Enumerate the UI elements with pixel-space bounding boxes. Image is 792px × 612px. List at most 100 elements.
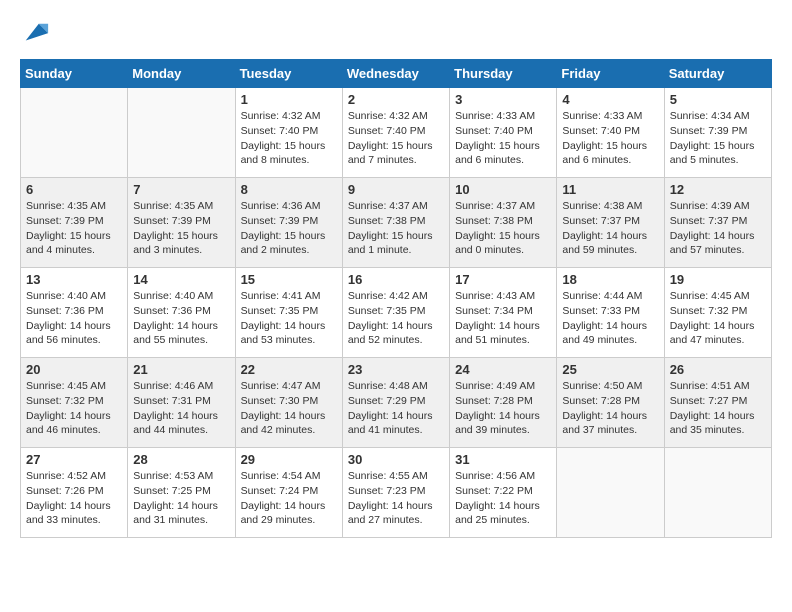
day-info: Sunrise: 4:56 AM Sunset: 7:22 PM Dayligh… [455, 469, 551, 528]
day-info: Sunrise: 4:53 AM Sunset: 7:25 PM Dayligh… [133, 469, 229, 528]
day-header-sunday: Sunday [21, 60, 128, 88]
day-info: Sunrise: 4:52 AM Sunset: 7:26 PM Dayligh… [26, 469, 122, 528]
day-cell [664, 448, 771, 538]
day-number: 20 [26, 362, 122, 377]
day-number: 3 [455, 92, 551, 107]
day-number: 6 [26, 182, 122, 197]
day-cell: 27Sunrise: 4:52 AM Sunset: 7:26 PM Dayli… [21, 448, 128, 538]
day-info: Sunrise: 4:35 AM Sunset: 7:39 PM Dayligh… [26, 199, 122, 258]
day-number: 10 [455, 182, 551, 197]
day-info: Sunrise: 4:40 AM Sunset: 7:36 PM Dayligh… [26, 289, 122, 348]
day-number: 28 [133, 452, 229, 467]
day-header-row: SundayMondayTuesdayWednesdayThursdayFrid… [21, 60, 772, 88]
calendar-header: SundayMondayTuesdayWednesdayThursdayFrid… [21, 60, 772, 88]
day-cell: 23 Sunrise: 4:48 AM Sunset: 7:29 PM Dayli… [342, 358, 449, 448]
day-number: 11 [562, 182, 658, 197]
day-cell: 25Sunrise: 4:50 AM Sunset: 7:28 PM Dayli… [557, 358, 664, 448]
day-number: 26 [670, 362, 766, 377]
day-info: Sunrise: 4:48 AM Sunset: 7:29 PM Dayligh… [348, 379, 444, 438]
day-cell: 5Sunrise: 4:34 AM Sunset: 7:39 PM Daylig… [664, 88, 771, 178]
day-info: Sunrise: 4:43 AM Sunset: 7:34 PM Dayligh… [455, 289, 551, 348]
day-cell: 13 Sunrise: 4:40 AM Sunset: 7:36 PM Dayli… [21, 268, 128, 358]
day-header-thursday: Thursday [450, 60, 557, 88]
day-cell: 7 Sunrise: 4:35 AM Sunset: 7:39 PM Daylig… [128, 178, 235, 268]
week-row-5: 27Sunrise: 4:52 AM Sunset: 7:26 PM Dayli… [21, 448, 772, 538]
day-info: Sunrise: 4:44 AM Sunset: 7:33 PM Dayligh… [562, 289, 658, 348]
day-cell: 8 Sunrise: 4:36 AM Sunset: 7:39 PM Daylig… [235, 178, 342, 268]
day-cell: 17 Sunrise: 4:43 AM Sunset: 7:34 PM Dayli… [450, 268, 557, 358]
day-info: Sunrise: 4:51 AM Sunset: 7:27 PM Dayligh… [670, 379, 766, 438]
day-cell: 20 Sunrise: 4:45 AM Sunset: 7:32 PM Dayli… [21, 358, 128, 448]
day-info: Sunrise: 4:45 AM Sunset: 7:32 PM Dayligh… [26, 379, 122, 438]
day-header-wednesday: Wednesday [342, 60, 449, 88]
day-info: Sunrise: 4:32 AM Sunset: 7:40 PM Dayligh… [241, 109, 337, 168]
day-number: 8 [241, 182, 337, 197]
day-cell: 29 Sunrise: 4:54 AM Sunset: 7:24 PM Dayli… [235, 448, 342, 538]
day-info: Sunrise: 4:38 AM Sunset: 7:37 PM Dayligh… [562, 199, 658, 258]
day-cell: 24 Sunrise: 4:49 AM Sunset: 7:28 PM Dayli… [450, 358, 557, 448]
day-number: 2 [348, 92, 444, 107]
logo [20, 20, 50, 49]
day-cell: 15 Sunrise: 4:41 AM Sunset: 7:35 PM Dayli… [235, 268, 342, 358]
day-info: Sunrise: 4:46 AM Sunset: 7:31 PM Dayligh… [133, 379, 229, 438]
day-cell: 11 Sunrise: 4:38 AM Sunset: 7:37 PM Dayli… [557, 178, 664, 268]
day-cell: 21 Sunrise: 4:46 AM Sunset: 7:31 PM Dayli… [128, 358, 235, 448]
day-cell: 1 Sunrise: 4:32 AM Sunset: 7:40 PM Daylig… [235, 88, 342, 178]
day-number: 7 [133, 182, 229, 197]
day-number: 5 [670, 92, 766, 107]
day-cell: 6 Sunrise: 4:35 AM Sunset: 7:39 PM Daylig… [21, 178, 128, 268]
day-info: Sunrise: 4:41 AM Sunset: 7:35 PM Dayligh… [241, 289, 337, 348]
day-number: 19 [670, 272, 766, 287]
day-header-friday: Friday [557, 60, 664, 88]
day-cell: 22 Sunrise: 4:47 AM Sunset: 7:30 PM Dayli… [235, 358, 342, 448]
day-header-saturday: Saturday [664, 60, 771, 88]
logo-icon [22, 20, 50, 48]
day-info: Sunrise: 4:35 AM Sunset: 7:39 PM Dayligh… [133, 199, 229, 258]
day-cell: 12Sunrise: 4:39 AM Sunset: 7:37 PM Dayli… [664, 178, 771, 268]
day-number: 1 [241, 92, 337, 107]
day-number: 23 [348, 362, 444, 377]
day-number: 31 [455, 452, 551, 467]
day-cell [128, 88, 235, 178]
day-number: 17 [455, 272, 551, 287]
day-cell: 31 Sunrise: 4:56 AM Sunset: 7:22 PM Dayli… [450, 448, 557, 538]
day-cell: 3 Sunrise: 4:33 AM Sunset: 7:40 PM Daylig… [450, 88, 557, 178]
calendar-body: 1 Sunrise: 4:32 AM Sunset: 7:40 PM Daylig… [21, 88, 772, 538]
day-info: Sunrise: 4:37 AM Sunset: 7:38 PM Dayligh… [455, 199, 551, 258]
day-cell: 26 Sunrise: 4:51 AM Sunset: 7:27 PM Dayli… [664, 358, 771, 448]
week-row-1: 1 Sunrise: 4:32 AM Sunset: 7:40 PM Daylig… [21, 88, 772, 178]
day-cell [21, 88, 128, 178]
day-number: 30 [348, 452, 444, 467]
day-header-tuesday: Tuesday [235, 60, 342, 88]
day-cell: 4 Sunrise: 4:33 AM Sunset: 7:40 PM Daylig… [557, 88, 664, 178]
day-number: 24 [455, 362, 551, 377]
day-number: 16 [348, 272, 444, 287]
day-cell: 30Sunrise: 4:55 AM Sunset: 7:23 PM Dayli… [342, 448, 449, 538]
day-info: Sunrise: 4:54 AM Sunset: 7:24 PM Dayligh… [241, 469, 337, 528]
day-cell [557, 448, 664, 538]
week-row-2: 6 Sunrise: 4:35 AM Sunset: 7:39 PM Daylig… [21, 178, 772, 268]
day-info: Sunrise: 4:39 AM Sunset: 7:37 PM Dayligh… [670, 199, 766, 258]
day-number: 22 [241, 362, 337, 377]
day-number: 25 [562, 362, 658, 377]
day-number: 14 [133, 272, 229, 287]
day-cell: 28 Sunrise: 4:53 AM Sunset: 7:25 PM Dayli… [128, 448, 235, 538]
day-number: 15 [241, 272, 337, 287]
day-info: Sunrise: 4:37 AM Sunset: 7:38 PM Dayligh… [348, 199, 444, 258]
day-info: Sunrise: 4:36 AM Sunset: 7:39 PM Dayligh… [241, 199, 337, 258]
day-info: Sunrise: 4:33 AM Sunset: 7:40 PM Dayligh… [455, 109, 551, 168]
day-cell: 10 Sunrise: 4:37 AM Sunset: 7:38 PM Dayli… [450, 178, 557, 268]
day-info: Sunrise: 4:47 AM Sunset: 7:30 PM Dayligh… [241, 379, 337, 438]
day-cell: 14Sunrise: 4:40 AM Sunset: 7:36 PM Dayli… [128, 268, 235, 358]
day-number: 13 [26, 272, 122, 287]
day-cell: 19Sunrise: 4:45 AM Sunset: 7:32 PM Dayli… [664, 268, 771, 358]
day-number: 29 [241, 452, 337, 467]
day-info: Sunrise: 4:32 AM Sunset: 7:40 PM Dayligh… [348, 109, 444, 168]
day-number: 21 [133, 362, 229, 377]
week-row-4: 20 Sunrise: 4:45 AM Sunset: 7:32 PM Dayli… [21, 358, 772, 448]
day-info: Sunrise: 4:49 AM Sunset: 7:28 PM Dayligh… [455, 379, 551, 438]
day-header-monday: Monday [128, 60, 235, 88]
day-number: 4 [562, 92, 658, 107]
calendar-table: SundayMondayTuesdayWednesdayThursdayFrid… [20, 59, 772, 538]
day-info: Sunrise: 4:33 AM Sunset: 7:40 PM Dayligh… [562, 109, 658, 168]
